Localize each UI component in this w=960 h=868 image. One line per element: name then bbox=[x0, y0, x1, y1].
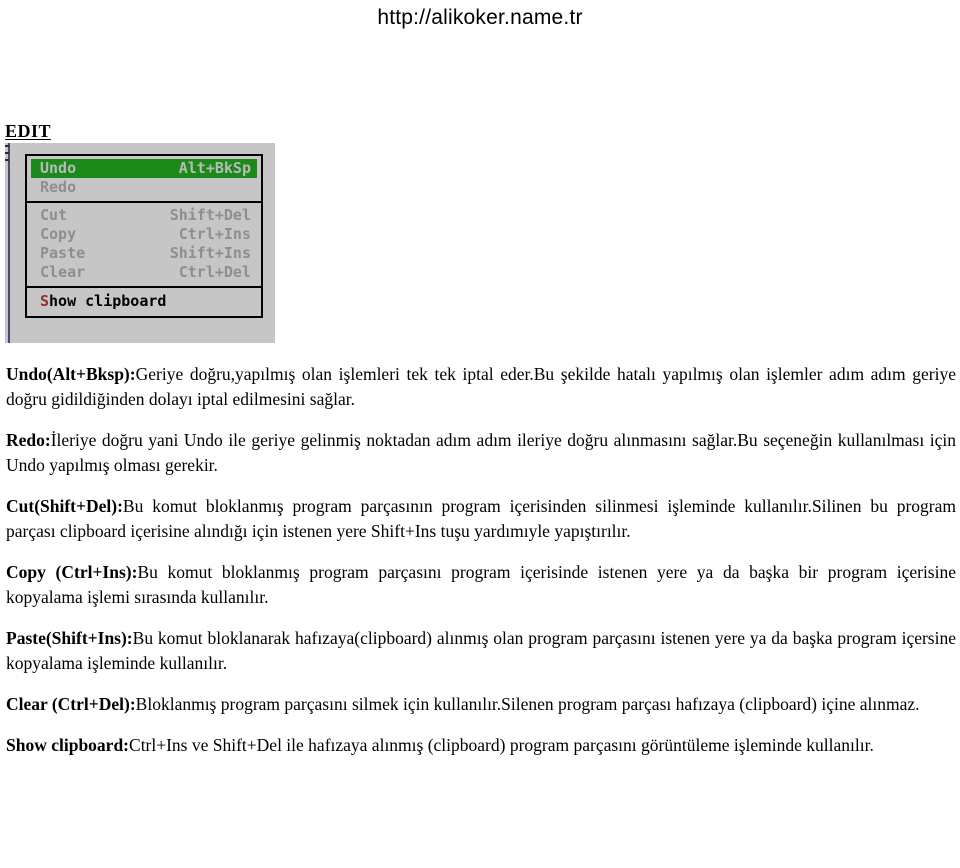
paragraph-paste-lead: Paste(Shift+Ins): bbox=[6, 628, 133, 648]
figure-left-ticks bbox=[5, 145, 9, 175]
menu-item-redo-label: Redo bbox=[40, 178, 77, 196]
menu-item-cut-shortcut: Shift+Del bbox=[169, 206, 251, 224]
paragraph-redo: Redo:İleriye doğru yani Undo ile geriye … bbox=[6, 428, 956, 478]
menu-item-copy-label: Copy bbox=[40, 225, 77, 243]
paragraph-redo-lead: Redo: bbox=[6, 430, 51, 450]
menu-item-cut-label: Cut bbox=[40, 206, 68, 224]
edit-menu-figure: Undo Alt+BkSp Redo Cut Shift+Del Copy Ct… bbox=[5, 143, 275, 343]
page-title: EDIT bbox=[5, 121, 52, 141]
menu-item-clear[interactable]: Clear Ctrl+Del bbox=[27, 263, 261, 282]
paragraph-cut-lead: Cut(Shift+Del): bbox=[6, 496, 123, 516]
paragraph-copy-text: Bu komut bloklanmış program parçasını pr… bbox=[6, 562, 957, 607]
menu-group-undo-redo: Undo Alt+BkSp Redo bbox=[27, 156, 261, 203]
menu-item-show-clipboard-accelerator: S bbox=[40, 292, 50, 310]
paragraph-clear: Clear (Ctrl+Del):Bloklanmış program parç… bbox=[6, 692, 956, 717]
menu-item-show-clipboard[interactable]: Show clipboard bbox=[27, 291, 261, 312]
menu-item-undo[interactable]: Undo Alt+BkSp bbox=[31, 159, 257, 178]
site-url-header: http://alikoker.name.tr bbox=[377, 6, 583, 29]
paragraph-show-clipboard-lead: Show clipboard: bbox=[6, 735, 130, 755]
menu-item-clear-label: Clear bbox=[40, 263, 86, 281]
menu-group-clipboard-ops: Cut Shift+Del Copy Ctrl+Ins Paste Shift+… bbox=[27, 203, 261, 288]
paragraph-paste-text: Bu komut bloklanarak hafızaya(clipboard)… bbox=[6, 628, 956, 673]
menu-item-copy[interactable]: Copy Ctrl+Ins bbox=[27, 225, 261, 244]
menu-item-paste-label: Paste bbox=[40, 244, 86, 262]
menu-item-paste[interactable]: Paste Shift+Ins bbox=[27, 244, 261, 263]
paragraph-undo: Undo(Alt+Bksp):Geriye doğru,yapılmış ola… bbox=[6, 362, 956, 412]
paragraph-copy-lead: Copy (Ctrl+Ins): bbox=[6, 562, 138, 582]
paragraph-show-clipboard-text: Ctrl+Ins ve Shift+Del ile hafızaya alınm… bbox=[129, 735, 874, 755]
paragraph-undo-lead: Undo(Alt+Bksp): bbox=[6, 364, 136, 384]
menu-item-copy-shortcut: Ctrl+Ins bbox=[178, 225, 251, 243]
menu-item-show-clipboard-label: how clipboard bbox=[49, 292, 167, 310]
paragraph-copy: Copy (Ctrl+Ins):Bu komut bloklanmış prog… bbox=[6, 560, 956, 610]
menu-item-undo-label: Undo bbox=[40, 159, 77, 177]
menu-item-clear-shortcut: Ctrl+Del bbox=[178, 263, 251, 281]
menu-item-undo-shortcut: Alt+BkSp bbox=[178, 159, 251, 177]
paragraph-clear-text: Bloklanmış program parçasını silmek için… bbox=[135, 694, 920, 714]
menu-item-cut[interactable]: Cut Shift+Del bbox=[27, 206, 261, 225]
paragraph-clear-lead: Clear (Ctrl+Del): bbox=[6, 694, 136, 714]
document-body: Undo(Alt+Bksp):Geriye doğru,yapılmış ola… bbox=[6, 362, 956, 774]
menu-group-show-clipboard: Show clipboard bbox=[27, 288, 261, 316]
paragraph-cut: Cut(Shift+Del):Bu komut bloklanmış progr… bbox=[6, 494, 956, 544]
paragraph-paste: Paste(Shift+Ins):Bu komut bloklanarak ha… bbox=[6, 626, 956, 676]
paragraph-undo-text: Geriye doğru,yapılmış olan işlemleri tek… bbox=[6, 364, 956, 409]
edit-menu-box: Undo Alt+BkSp Redo Cut Shift+Del Copy Ct… bbox=[25, 154, 263, 318]
paragraph-cut-text: Bu komut bloklanmış program parçasının p… bbox=[6, 496, 956, 541]
menu-item-redo[interactable]: Redo bbox=[27, 178, 261, 197]
paragraph-show-clipboard: Show clipboard:Ctrl+Ins ve Shift+Del ile… bbox=[6, 733, 956, 758]
paragraph-redo-text: İleriye doğru yani Undo ile geriye gelin… bbox=[6, 430, 956, 475]
menu-item-paste-shortcut: Shift+Ins bbox=[169, 244, 251, 262]
